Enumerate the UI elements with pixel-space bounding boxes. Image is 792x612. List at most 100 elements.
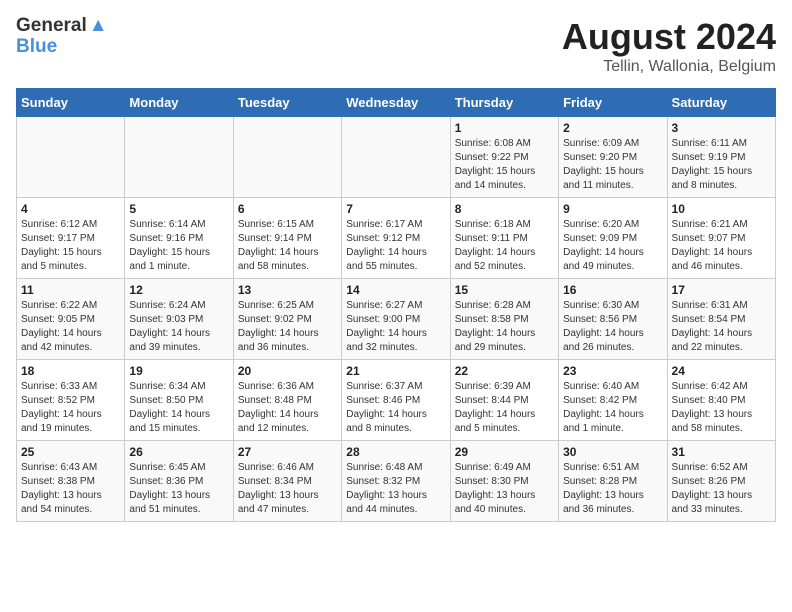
day-number: 9	[563, 202, 662, 216]
day-number: 31	[672, 445, 771, 459]
day-number: 22	[455, 364, 554, 378]
day-number: 19	[129, 364, 228, 378]
calendar-week-1: 1 Sunrise: 6:08 AMSunset: 9:22 PMDaylight…	[17, 117, 776, 198]
header-cell-tuesday: Tuesday	[233, 89, 341, 117]
calendar-cell: 31 Sunrise: 6:52 AMSunset: 8:26 PMDayligh…	[667, 441, 775, 522]
day-info: Sunrise: 6:21 AMSunset: 9:07 PMDaylight:…	[672, 218, 771, 274]
day-number: 3	[672, 121, 771, 135]
logo-general: General	[16, 15, 87, 36]
calendar-week-4: 18 Sunrise: 6:33 AMSunset: 8:52 PMDayligh…	[17, 360, 776, 441]
calendar-cell: 27 Sunrise: 6:46 AMSunset: 8:34 PMDayligh…	[233, 441, 341, 522]
header-cell-thursday: Thursday	[450, 89, 558, 117]
day-info: Sunrise: 6:30 AMSunset: 8:56 PMDaylight:…	[563, 299, 662, 355]
day-info: Sunrise: 6:33 AMSunset: 8:52 PMDaylight:…	[21, 380, 120, 436]
calendar-cell: 24 Sunrise: 6:42 AMSunset: 8:40 PMDayligh…	[667, 360, 775, 441]
calendar-cell: 5 Sunrise: 6:14 AMSunset: 9:16 PMDaylight…	[125, 198, 233, 279]
page-title: August 2024	[562, 16, 776, 58]
day-info: Sunrise: 6:34 AMSunset: 8:50 PMDaylight:…	[129, 380, 228, 436]
day-number: 16	[563, 283, 662, 297]
calendar-cell: 28 Sunrise: 6:48 AMSunset: 8:32 PMDayligh…	[342, 441, 450, 522]
day-number: 29	[455, 445, 554, 459]
day-info: Sunrise: 6:27 AMSunset: 9:00 PMDaylight:…	[346, 299, 445, 355]
title-block: August 2024 Tellin, Wallonia, Belgium	[562, 16, 776, 76]
day-info: Sunrise: 6:42 AMSunset: 8:40 PMDaylight:…	[672, 380, 771, 436]
logo-name: General▲	[16, 16, 108, 37]
calendar-cell: 12Sunrise: 6:24 AMSunset: 9:03 PMDayligh…	[125, 279, 233, 360]
calendar-cell	[233, 117, 341, 198]
calendar-cell: 4 Sunrise: 6:12 AMSunset: 9:17 PMDaylight…	[17, 198, 125, 279]
calendar-cell: 11 Sunrise: 6:22 AMSunset: 9:05 PMDayligh…	[17, 279, 125, 360]
page-subtitle: Tellin, Wallonia, Belgium	[562, 58, 776, 76]
day-number: 1	[455, 121, 554, 135]
day-number: 25	[21, 445, 120, 459]
calendar-cell: 30Sunrise: 6:51 AMSunset: 8:28 PMDayligh…	[559, 441, 667, 522]
calendar-cell: 29 Sunrise: 6:49 AMSunset: 8:30 PMDayligh…	[450, 441, 558, 522]
day-info: Sunrise: 6:17 AMSunset: 9:12 PMDaylight:…	[346, 218, 445, 274]
day-number: 4	[21, 202, 120, 216]
day-number: 10	[672, 202, 771, 216]
day-number: 14	[346, 283, 445, 297]
calendar-cell: 26 Sunrise: 6:45 AMSunset: 8:36 PMDayligh…	[125, 441, 233, 522]
calendar-cell: 1 Sunrise: 6:08 AMSunset: 9:22 PMDaylight…	[450, 117, 558, 198]
header-cell-monday: Monday	[125, 89, 233, 117]
day-number: 11	[21, 283, 120, 297]
day-info: Sunrise: 6:45 AMSunset: 8:36 PMDaylight:…	[129, 461, 228, 517]
day-info: Sunrise: 6:52 AMSunset: 8:26 PMDaylight:…	[672, 461, 771, 517]
header-cell-saturday: Saturday	[667, 89, 775, 117]
calendar-cell: 17 Sunrise: 6:31 AMSunset: 8:54 PMDayligh…	[667, 279, 775, 360]
day-info: Sunrise: 6:11 AMSunset: 9:19 PMDaylight:…	[672, 137, 771, 193]
day-number: 2	[563, 121, 662, 135]
day-number: 13	[238, 283, 337, 297]
calendar-week-5: 25Sunrise: 6:43 AMSunset: 8:38 PMDayligh…	[17, 441, 776, 522]
header-cell-friday: Friday	[559, 89, 667, 117]
day-number: 26	[129, 445, 228, 459]
day-info: Sunrise: 6:22 AMSunset: 9:05 PMDaylight:…	[21, 299, 120, 355]
day-number: 5	[129, 202, 228, 216]
calendar-cell: 7Sunrise: 6:17 AMSunset: 9:12 PMDaylight…	[342, 198, 450, 279]
calendar-cell: 2Sunrise: 6:09 AMSunset: 9:20 PMDaylight…	[559, 117, 667, 198]
day-number: 8	[455, 202, 554, 216]
day-number: 23	[563, 364, 662, 378]
logo-blue: Blue	[16, 37, 108, 58]
day-info: Sunrise: 6:39 AMSunset: 8:44 PMDaylight:…	[455, 380, 554, 436]
calendar-cell: 20Sunrise: 6:36 AMSunset: 8:48 PMDayligh…	[233, 360, 341, 441]
header-cell-sunday: Sunday	[17, 89, 125, 117]
calendar-cell: 10 Sunrise: 6:21 AMSunset: 9:07 PMDayligh…	[667, 198, 775, 279]
day-number: 6	[238, 202, 337, 216]
calendar-cell	[125, 117, 233, 198]
calendar-header: SundayMondayTuesdayWednesdayThursdayFrid…	[17, 89, 776, 117]
day-number: 24	[672, 364, 771, 378]
day-number: 28	[346, 445, 445, 459]
day-number: 17	[672, 283, 771, 297]
day-info: Sunrise: 6:25 AMSunset: 9:02 PMDaylight:…	[238, 299, 337, 355]
calendar-body: 1 Sunrise: 6:08 AMSunset: 9:22 PMDaylight…	[17, 117, 776, 522]
calendar-cell: 16 Sunrise: 6:30 AMSunset: 8:56 PMDayligh…	[559, 279, 667, 360]
header-cell-wednesday: Wednesday	[342, 89, 450, 117]
day-info: Sunrise: 6:14 AMSunset: 9:16 PMDaylight:…	[129, 218, 228, 274]
day-number: 27	[238, 445, 337, 459]
day-info: Sunrise: 6:24 AMSunset: 9:03 PMDaylight:…	[129, 299, 228, 355]
day-info: Sunrise: 6:15 AMSunset: 9:14 PMDaylight:…	[238, 218, 337, 274]
calendar-cell: 9Sunrise: 6:20 AMSunset: 9:09 PMDaylight…	[559, 198, 667, 279]
calendar-cell: 13 Sunrise: 6:25 AMSunset: 9:02 PMDayligh…	[233, 279, 341, 360]
day-info: Sunrise: 6:31 AMSunset: 8:54 PMDaylight:…	[672, 299, 771, 355]
logo-triangle-shape: ▲	[89, 15, 108, 36]
calendar-cell: 14 Sunrise: 6:27 AMSunset: 9:00 PMDayligh…	[342, 279, 450, 360]
calendar-cell: 15Sunrise: 6:28 AMSunset: 8:58 PMDayligh…	[450, 279, 558, 360]
day-info: Sunrise: 6:40 AMSunset: 8:42 PMDaylight:…	[563, 380, 662, 436]
day-number: 30	[563, 445, 662, 459]
calendar-cell	[17, 117, 125, 198]
page-header: General▲ Blue August 2024 Tellin, Wallon…	[16, 16, 776, 76]
day-info: Sunrise: 6:36 AMSunset: 8:48 PMDaylight:…	[238, 380, 337, 436]
header-row: SundayMondayTuesdayWednesdayThursdayFrid…	[17, 89, 776, 117]
day-info: Sunrise: 6:48 AMSunset: 8:32 PMDaylight:…	[346, 461, 445, 517]
logo: General▲ Blue	[16, 16, 108, 58]
calendar-cell: 23 Sunrise: 6:40 AMSunset: 8:42 PMDayligh…	[559, 360, 667, 441]
day-info: Sunrise: 6:46 AMSunset: 8:34 PMDaylight:…	[238, 461, 337, 517]
logo-text-block: General▲ Blue	[16, 16, 108, 58]
calendar-cell: 21Sunrise: 6:37 AMSunset: 8:46 PMDayligh…	[342, 360, 450, 441]
day-info: Sunrise: 6:49 AMSunset: 8:30 PMDaylight:…	[455, 461, 554, 517]
day-info: Sunrise: 6:08 AMSunset: 9:22 PMDaylight:…	[455, 137, 554, 193]
day-info: Sunrise: 6:12 AMSunset: 9:17 PMDaylight:…	[21, 218, 120, 274]
day-number: 18	[21, 364, 120, 378]
